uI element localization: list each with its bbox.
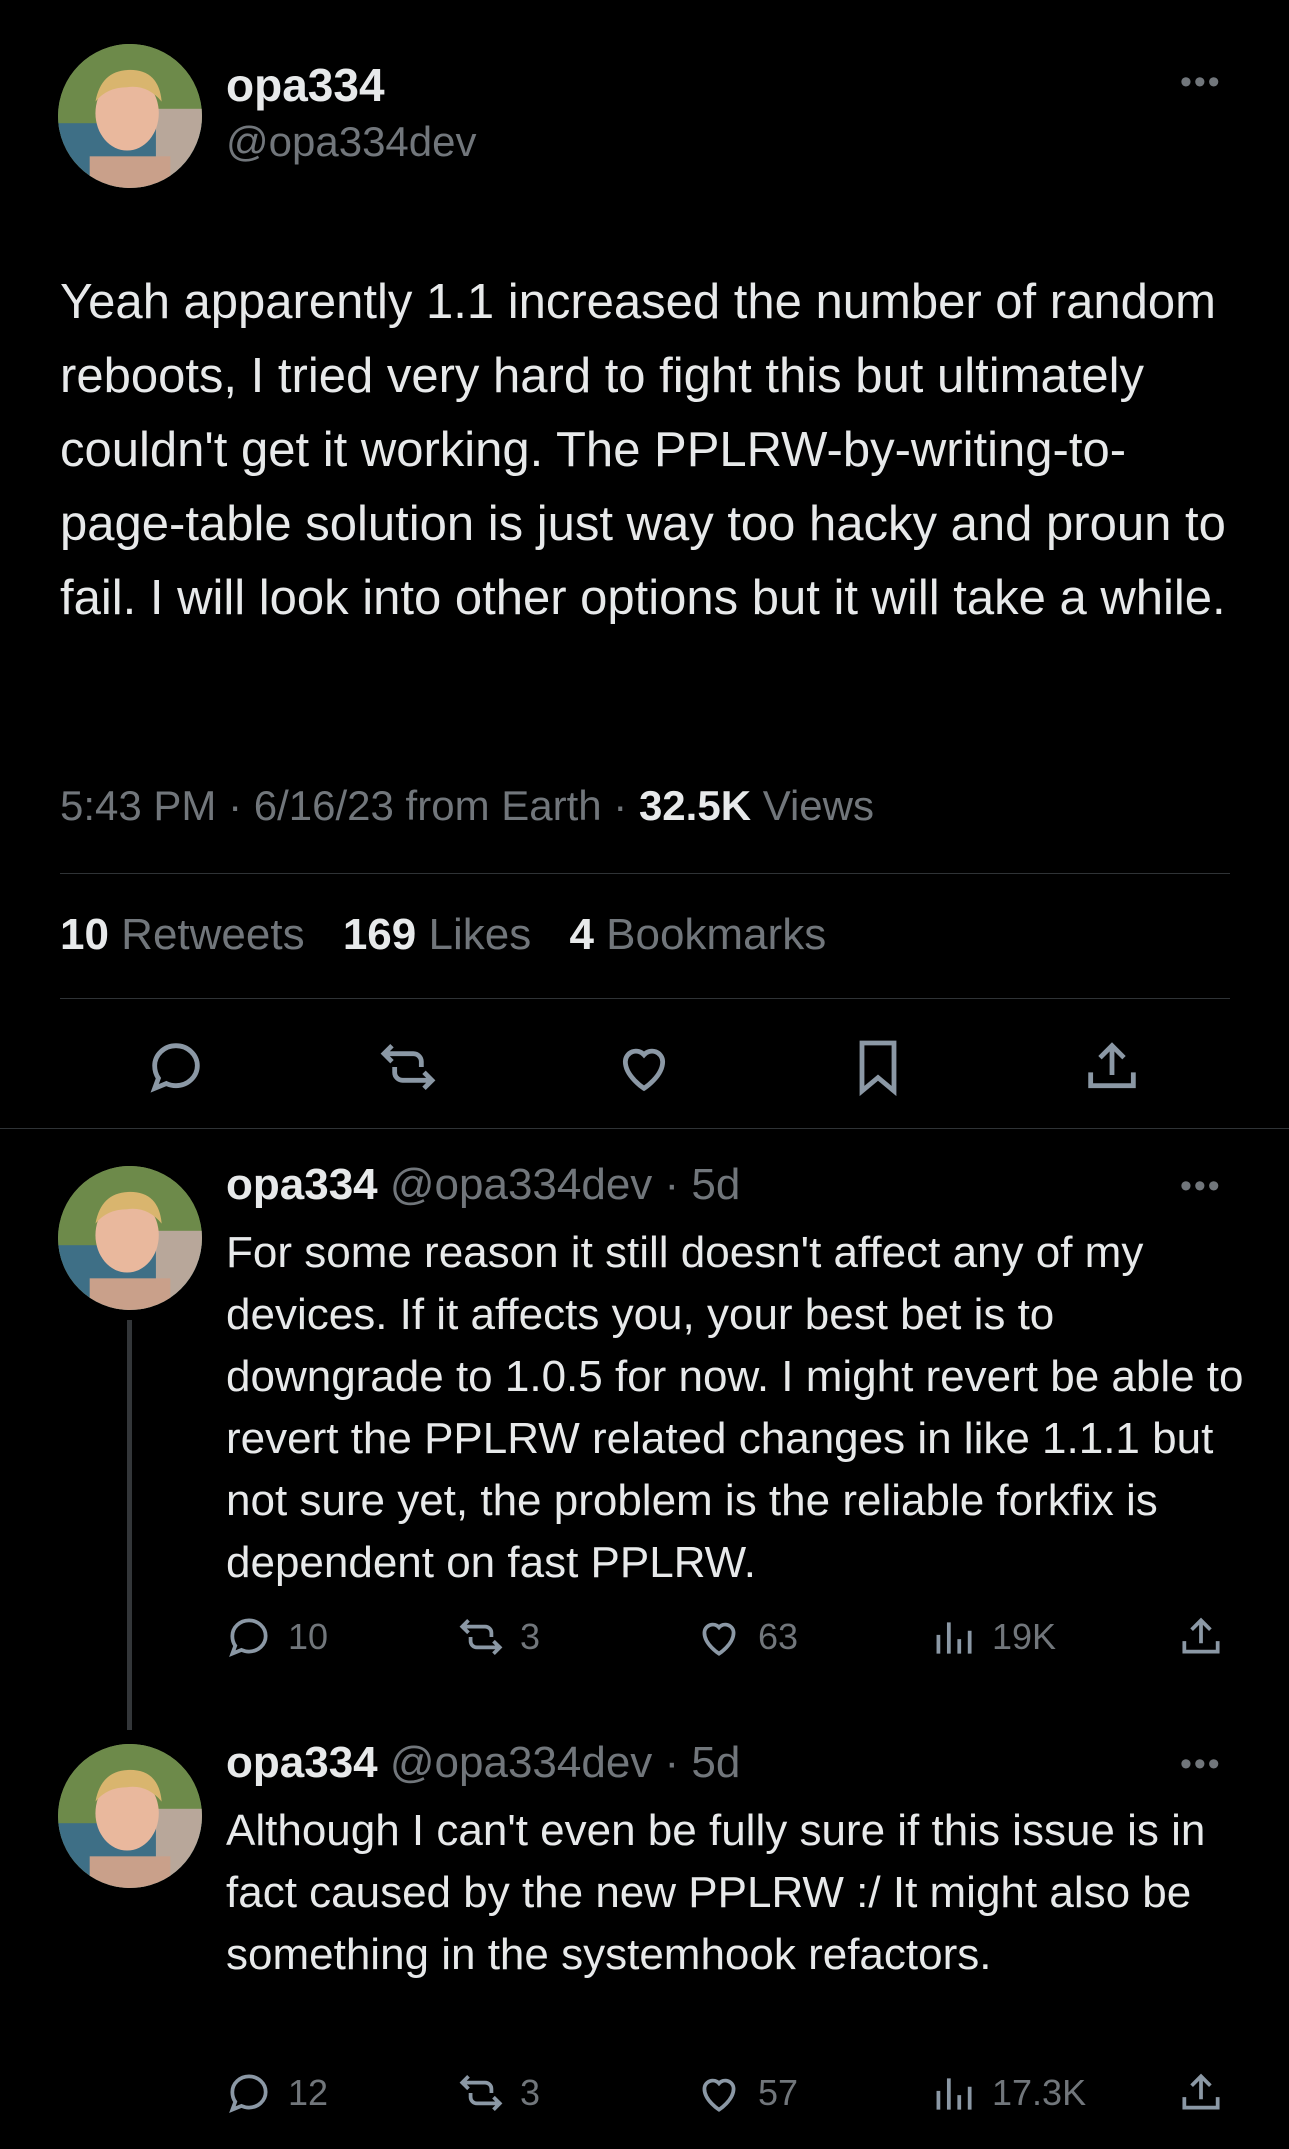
bookmarks-count: 4 (569, 910, 594, 959)
reply-like-button[interactable]: 57 (694, 2068, 798, 2118)
retweet-count: 3 (520, 2072, 541, 2113)
reply-author-name[interactable]: opa334 (226, 1738, 378, 1787)
reply-views-button[interactable]: 19K (928, 1612, 1056, 1662)
views-count: 32.5K (638, 782, 752, 829)
share-icon[interactable] (1080, 1035, 1144, 1099)
tweet-meta: 5:43 PM · 6/16/23 from Earth · 32.5K Vie… (60, 782, 874, 830)
reply-author-handle[interactable]: @opa334dev (390, 1738, 652, 1787)
more-options-icon[interactable]: ••• (1180, 1169, 1222, 1203)
retweets-label: Retweets (108, 910, 305, 959)
reply-count: 12 (288, 2072, 329, 2113)
reply-avatar[interactable] (58, 1166, 202, 1310)
reply-author-name[interactable]: opa334 (226, 1160, 378, 1209)
likes-stat[interactable]: 169 Likes (343, 910, 531, 959)
reply-avatar[interactable] (58, 1744, 202, 1888)
reply-header: opa334 @opa334dev · 5d (226, 1160, 740, 1210)
like-count: 63 (758, 1616, 799, 1657)
thread-line (127, 1320, 132, 1730)
views-icon (936, 2078, 972, 2110)
like-icon (702, 2078, 736, 2112)
reply-retweet-button[interactable]: 3 (456, 2068, 540, 2118)
reply-like-button[interactable]: 63 (694, 1612, 798, 1662)
like-count: 57 (758, 2072, 799, 2113)
reply-reply-button[interactable]: 12 (224, 2068, 328, 2118)
bookmarks-label: Bookmarks (593, 910, 827, 959)
reply-retweet-button[interactable]: 3 (456, 1612, 540, 1662)
reply-separator: · (652, 1160, 692, 1209)
tweet-location: from Earth (393, 782, 602, 829)
divider (60, 873, 1230, 874)
reply-separator: · (652, 1738, 692, 1787)
reply-text: For some reason it still doesn't affect … (226, 1228, 1244, 1587)
reply-count: 10 (288, 1616, 329, 1657)
reply-author-handle[interactable]: @opa334dev (390, 1160, 652, 1209)
retweets-stat[interactable]: 10 Retweets (60, 910, 305, 959)
view-count: 19K (992, 1616, 1057, 1657)
reply-share-button[interactable] (1176, 2068, 1240, 2118)
divider (60, 998, 1230, 999)
retweet-count: 3 (520, 1616, 541, 1657)
retweet-icon (459, 1619, 503, 1655)
avatar-image (58, 44, 202, 188)
avatar-image (58, 1744, 202, 1888)
like-icon[interactable] (612, 1035, 676, 1099)
reply-text: Although I can't even be fully sure if t… (226, 1806, 1206, 1979)
view-count: 17.3K (992, 2072, 1087, 2113)
like-icon (702, 1622, 736, 1656)
bookmark-icon[interactable] (846, 1035, 910, 1099)
reply-share-button[interactable] (1176, 1612, 1240, 1662)
tweet-text: Yeah apparently 1.1 increased the number… (60, 275, 1226, 625)
reply-icon[interactable] (144, 1035, 208, 1099)
author-name[interactable]: opa334 (226, 58, 385, 112)
divider (0, 1128, 1289, 1129)
tweet-stats: 10 Retweets 169 Likes 4 Bookmarks (60, 910, 852, 960)
views-label: Views (751, 782, 874, 829)
avatar-image (58, 1166, 202, 1310)
retweet-icon[interactable] (376, 1035, 440, 1099)
reply-icon (229, 1618, 268, 1658)
author-avatar[interactable] (58, 44, 202, 188)
more-options-icon[interactable]: ••• (1180, 65, 1222, 99)
likes-count: 169 (342, 910, 417, 959)
meta-separator: · (601, 782, 639, 829)
tweet-time[interactable]: 5:43 PM (60, 782, 216, 829)
reply-icon (229, 2074, 268, 2114)
share-icon (1182, 2073, 1220, 2110)
author-handle[interactable]: @opa334dev (226, 118, 477, 166)
meta-separator: · (216, 782, 254, 829)
views-icon (936, 1622, 972, 1654)
retweets-count: 10 (60, 910, 109, 959)
more-options-icon[interactable]: ••• (1180, 1747, 1222, 1781)
reply-views-button[interactable]: 17.3K (928, 2068, 1086, 2118)
retweet-icon (459, 2075, 503, 2111)
likes-label: Likes (416, 910, 532, 959)
reply-reply-button[interactable]: 10 (224, 1612, 328, 1662)
reply-age[interactable]: 5d (691, 1160, 740, 1209)
bookmarks-stat[interactable]: 4 Bookmarks (569, 910, 826, 959)
reply-age[interactable]: 5d (691, 1738, 740, 1787)
share-icon (1182, 1617, 1220, 1654)
reply-header: opa334 @opa334dev · 5d (226, 1738, 740, 1788)
tweet-date[interactable]: 6/16/23 (254, 782, 394, 829)
